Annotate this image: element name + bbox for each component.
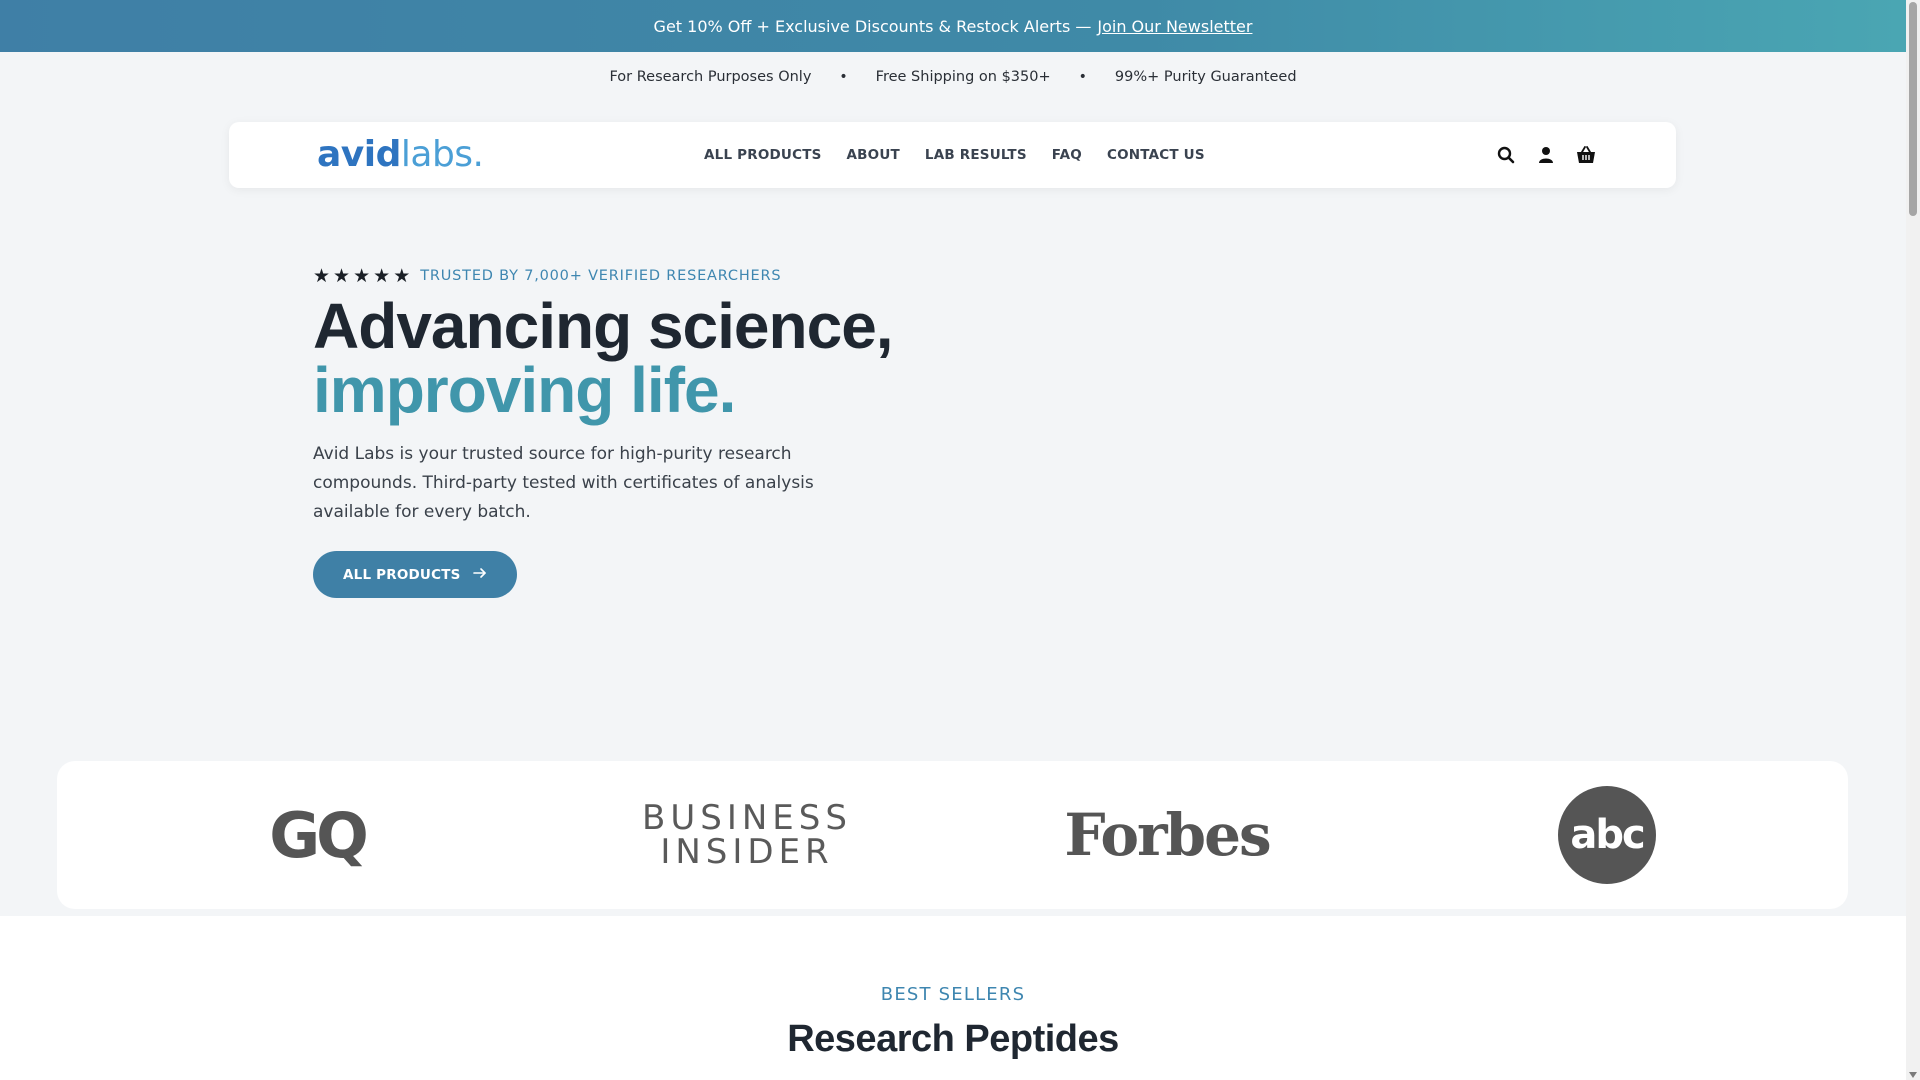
header-icons xyxy=(1496,122,1596,188)
forbes-logo: Forbes xyxy=(1064,801,1271,869)
separator-dot: • xyxy=(839,69,848,85)
trust-item-purity: 99%+ Purity Guaranteed xyxy=(1114,69,1297,85)
promo-text: Get 10% Off + Exclusive Discounts & Rest… xyxy=(653,16,1092,36)
account-icon[interactable] xyxy=(1536,145,1556,165)
press-logos-card: GQ BUSINESS INSIDER Forbes abc xyxy=(57,761,1848,909)
star-icon: ★ xyxy=(333,264,351,287)
cart-icon[interactable] xyxy=(1576,145,1596,165)
hero-title: Advancing science, xyxy=(313,290,894,362)
hero-section: ★ ★ ★ ★ ★ TRUSTED BY 7,000+ VERIFIED RES… xyxy=(313,262,933,598)
business-insider-text: BUSINESS INSIDER xyxy=(642,798,852,872)
trust-strip: For Research Purposes Only • Free Shippi… xyxy=(0,52,1906,102)
separator-dot: • xyxy=(1078,69,1087,85)
nav-faq[interactable]: FAQ xyxy=(1052,147,1082,163)
hero-title-accent: improving life. xyxy=(313,354,736,426)
nav-contact-us[interactable]: CONTACT US xyxy=(1107,147,1205,163)
all-products-button[interactable]: ALL PRODUCTS xyxy=(313,551,517,598)
hero-description: Avid Labs is your trusted source for hig… xyxy=(313,444,814,522)
main-navbar: avidlabs. ALL PRODUCTS ABOUT LAB RESULTS… xyxy=(229,122,1676,188)
abc-logo: abc xyxy=(1557,761,1657,909)
best-sellers-title: Research Peptides xyxy=(787,1018,1119,1060)
business-insider-logo: BUSINESS INSIDER xyxy=(617,761,877,909)
gq-logo: GQ xyxy=(269,798,369,872)
primary-nav: ALL PRODUCTS ABOUT LAB RESULTS FAQ CONTA… xyxy=(704,122,1205,188)
nav-all-products[interactable]: ALL PRODUCTS xyxy=(704,147,822,163)
scroll-down-icon[interactable] xyxy=(1909,1072,1917,1078)
best-sellers-section: BEST SELLERS Research Peptides xyxy=(0,916,1906,1080)
star-icon: ★ xyxy=(393,264,411,287)
star-icon: ★ xyxy=(373,264,391,287)
abc-logo-mark: abc xyxy=(1558,786,1656,884)
logo-bold-text: avid xyxy=(317,134,401,175)
search-icon[interactable] xyxy=(1496,145,1516,165)
scrollbar-thumb[interactable] xyxy=(1909,2,1917,216)
newsletter-link[interactable]: Join Our Newsletter xyxy=(1097,17,1252,36)
star-icon: ★ xyxy=(313,264,331,287)
trusted-label: TRUSTED BY 7,000+ VERIFIED RESEARCHERS xyxy=(420,268,782,284)
logo-light-text: labs. xyxy=(400,134,484,175)
promo-bar: Get 10% Off + Exclusive Discounts & Rest… xyxy=(0,0,1906,52)
page-scrollbar[interactable] xyxy=(1906,0,1920,1080)
cta-label: ALL PRODUCTS xyxy=(343,566,461,583)
trust-item-shipping: Free Shipping on $350+ xyxy=(875,69,1051,85)
rating-row: ★ ★ ★ ★ ★ TRUSTED BY 7,000+ VERIFIED RES… xyxy=(313,262,933,290)
site-logo[interactable]: avidlabs. xyxy=(317,130,484,180)
press-section: GQ BUSINESS INSIDER Forbes abc xyxy=(0,745,1906,916)
nav-lab-results[interactable]: LAB RESULTS xyxy=(925,147,1027,163)
star-rating: ★ ★ ★ ★ ★ xyxy=(313,264,411,287)
trust-item-research: For Research Purposes Only xyxy=(609,69,812,85)
star-icon: ★ xyxy=(353,264,371,287)
best-sellers-eyebrow: BEST SELLERS xyxy=(880,984,1026,1005)
arrow-right-icon xyxy=(472,567,487,583)
nav-about[interactable]: ABOUT xyxy=(847,147,900,163)
